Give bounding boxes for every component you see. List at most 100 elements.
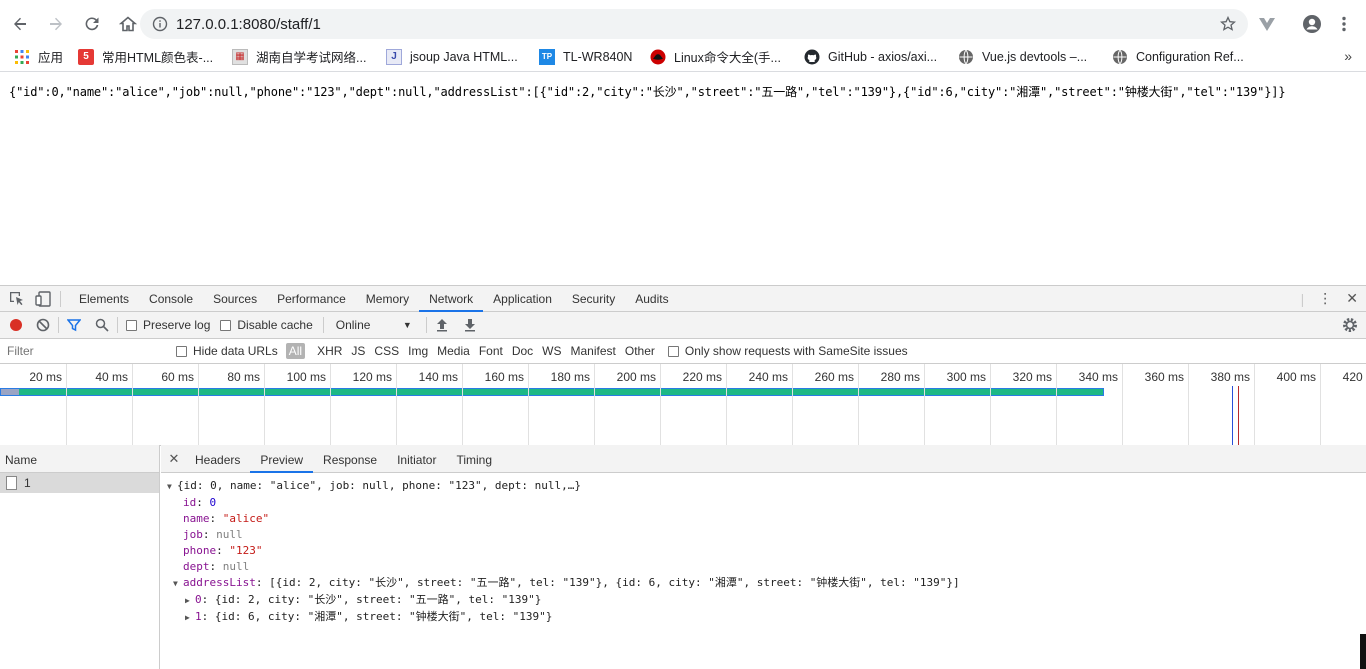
preserve-log-checkbox[interactable]: Preserve log — [126, 318, 210, 332]
triangle-down-icon[interactable]: ▼ — [167, 479, 177, 495]
scrollbar[interactable] — [1360, 634, 1366, 669]
triangle-down-icon[interactable]: ▼ — [173, 576, 183, 592]
bookmark-vue-devtools[interactable]: Vue.js devtools –... — [958, 43, 1087, 71]
filter-type-all[interactable]: All — [285, 343, 306, 359]
tab-network[interactable]: Network — [419, 286, 484, 312]
filter-type-manifest[interactable]: Manifest — [571, 344, 616, 358]
tab-initiator[interactable]: Initiator — [387, 445, 446, 473]
hide-data-urls-checkbox[interactable]: Hide data URLs — [176, 344, 278, 358]
bookmark-hunan-exam[interactable]: ▦ 湖南自学考试网络... — [232, 43, 366, 71]
field-key: id — [183, 496, 197, 509]
name-column-header[interactable]: Name — [0, 445, 159, 473]
clear-icon[interactable] — [36, 318, 50, 332]
tab-security[interactable]: Security — [562, 286, 625, 312]
tree-address-item[interactable]: ▶ 1: {id: 6, city: "湘潭", street: "钟楼大街", … — [167, 609, 1366, 626]
bookmark-github-axios[interactable]: GitHub - axios/axi... — [804, 43, 937, 71]
bookmark-apps[interactable]: 应用 — [14, 43, 63, 71]
bookmark-jsoup[interactable]: J jsoup Java HTML... — [386, 43, 518, 71]
timeline-gridline — [1320, 364, 1321, 445]
vue-extension-icon[interactable] — [1257, 14, 1277, 34]
devtools-menu-icon[interactable]: ⋮ — [1318, 290, 1332, 307]
tp-link-icon: TP — [539, 48, 555, 65]
tab-response[interactable]: Response — [313, 445, 387, 473]
download-har-icon[interactable] — [463, 318, 477, 332]
close-detail-icon[interactable]: ✕ — [163, 451, 185, 467]
tab-timing[interactable]: Timing — [446, 445, 502, 473]
tree-field-job[interactable]: job: null — [167, 527, 1366, 543]
request-row[interactable]: 1 — [0, 473, 159, 493]
samesite-issues-checkbox[interactable]: Only show requests with SameSite issues — [667, 344, 908, 358]
checkbox-box[interactable] — [126, 319, 137, 331]
back-button[interactable] — [4, 8, 36, 40]
checkbox-box[interactable] — [176, 345, 187, 357]
network-overview-timeline[interactable]: 20 ms 40 ms 60 ms 80 ms 100 ms 120 ms 140 ms 16… — [0, 364, 1366, 446]
tab-preview[interactable]: Preview — [250, 445, 314, 473]
filter-type-ws[interactable]: WS — [542, 344, 561, 358]
tree-field-id[interactable]: id: 0 — [167, 495, 1366, 511]
tree-root[interactable]: ▼ {id: 0, name: "alice", job: null, phone… — [167, 478, 1366, 495]
filter-input[interactable] — [4, 342, 166, 360]
field-key: job — [183, 528, 203, 541]
reload-button[interactable] — [76, 8, 108, 40]
tree-address-item[interactable]: ▶ 0: {id: 2, city: "长沙", street: "五一路", t… — [167, 592, 1366, 609]
bookmark-tl-wr840n[interactable]: TP TL-WR840N — [539, 43, 632, 71]
filter-type-img[interactable]: Img — [408, 344, 428, 358]
bookmark-configuration-ref[interactable]: Configuration Ref... — [1112, 43, 1244, 71]
throttling-select[interactable]: Online ▼ — [336, 318, 412, 332]
filter-type-js[interactable]: JS — [351, 344, 365, 358]
tree-field-name[interactable]: name: "alice" — [167, 511, 1366, 527]
filter-type-media[interactable]: Media — [437, 344, 470, 358]
filter-type-doc[interactable]: Doc — [512, 344, 533, 358]
bookmark-html-colors[interactable]: 5 常用HTML颜色表-... — [78, 43, 213, 71]
reload-icon — [85, 17, 99, 31]
timeline-gridline — [924, 364, 925, 445]
tab-audits[interactable]: Audits — [625, 286, 678, 312]
record-button[interactable] — [10, 319, 22, 331]
bookmarks-overflow-icon[interactable]: » — [1344, 48, 1352, 64]
forward-button[interactable] — [40, 8, 72, 40]
tab-application[interactable]: Application — [483, 286, 562, 312]
filter-type-css[interactable]: CSS — [374, 344, 399, 358]
timeline-tick-label: 20 ms — [29, 370, 62, 384]
tree-field-dept[interactable]: dept: null — [167, 559, 1366, 575]
gear-icon[interactable] — [1342, 317, 1358, 333]
url-text[interactable]: 127.0.0.1:8080/staff/1 — [176, 16, 321, 33]
tab-performance[interactable]: Performance — [267, 286, 356, 312]
tab-console[interactable]: Console — [139, 286, 203, 312]
timeline-gridline — [792, 364, 793, 445]
filter-type-other[interactable]: Other — [625, 344, 655, 358]
tab-memory[interactable]: Memory — [356, 286, 419, 312]
triangle-right-icon[interactable]: ▶ — [185, 593, 195, 609]
tab-sources[interactable]: Sources — [203, 286, 267, 312]
field-value: "123" — [229, 544, 263, 557]
close-devtools-icon[interactable]: ✕ — [1346, 290, 1358, 307]
tab-headers[interactable]: Headers — [185, 445, 250, 473]
disable-cache-checkbox[interactable]: Disable cache — [220, 318, 313, 332]
upload-har-icon[interactable] — [435, 318, 449, 332]
device-toolbar-icon[interactable] — [34, 290, 52, 308]
filter-type-xhr[interactable]: XHR — [317, 344, 342, 358]
timeline-tick-label: 380 ms — [1210, 370, 1250, 384]
field-value: "alice" — [222, 512, 270, 525]
timeline-tick-label: 140 ms — [418, 370, 458, 384]
tree-field-addresslist[interactable]: ▼ addressList: [{id: 2, city: "长沙", stree… — [167, 575, 1366, 592]
field-value: null — [216, 528, 243, 541]
more-vert-icon[interactable] — [1334, 14, 1354, 34]
throttling-value: Online — [335, 318, 371, 332]
filter-icon[interactable] — [67, 318, 81, 332]
inspect-element-icon[interactable] — [8, 290, 26, 308]
triangle-right-icon[interactable]: ▶ — [185, 610, 195, 626]
omnibox[interactable]: 127.0.0.1:8080/staff/1 — [140, 9, 1248, 39]
bookmark-linux-commands[interactable]: Linux命令大全(手... — [650, 43, 781, 71]
checkbox-box[interactable] — [220, 319, 232, 331]
network-lower-pane: Name 1 ✕ Headers Preview Response Initia… — [0, 445, 1366, 669]
account-icon[interactable] — [1302, 14, 1322, 34]
tab-elements[interactable]: Elements — [69, 286, 139, 312]
info-icon[interactable] — [152, 16, 168, 32]
star-icon[interactable] — [1220, 16, 1236, 32]
checkbox-box[interactable] — [667, 345, 679, 357]
filter-type-font[interactable]: Font — [479, 344, 503, 358]
item-summary: {id: 6, city: "湘潭", street: "钟楼大街", tel:… — [214, 610, 553, 623]
tree-field-phone[interactable]: phone: "123" — [167, 543, 1366, 559]
search-icon[interactable] — [95, 318, 109, 332]
